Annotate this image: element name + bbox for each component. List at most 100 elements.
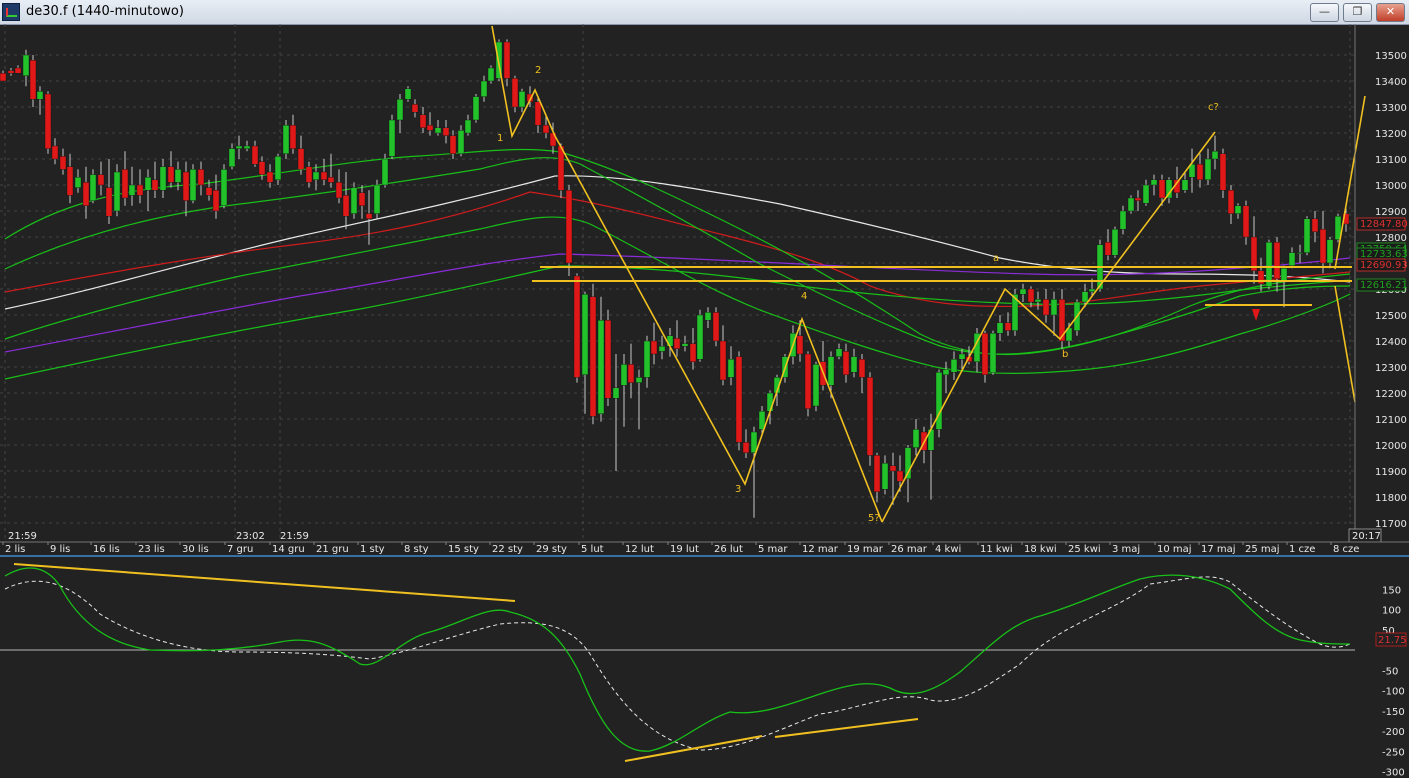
candle-bear bbox=[858, 359, 866, 378]
time-axis-label: 18 kwi bbox=[1024, 544, 1057, 555]
candle-bear bbox=[320, 171, 328, 181]
wave-label-a: a bbox=[993, 253, 999, 264]
candle-bear bbox=[1219, 153, 1227, 191]
time-axis-label: 9 lis bbox=[50, 544, 70, 555]
candle-bull bbox=[373, 184, 381, 214]
oscillator-signal-line bbox=[4, 576, 1351, 751]
time-axis-label: 4 kwi bbox=[935, 544, 961, 555]
candle-bull bbox=[850, 356, 858, 373]
candle-bear bbox=[258, 161, 266, 175]
candle-bull bbox=[958, 353, 966, 360]
candle-bear bbox=[742, 442, 750, 453]
time-axis-label: 19 mar bbox=[847, 544, 884, 555]
time-axis-label: 8 sty bbox=[404, 544, 429, 555]
candle-bear bbox=[44, 93, 52, 149]
candle-bull bbox=[480, 80, 488, 97]
candle-bull bbox=[1034, 299, 1042, 303]
candle-bear bbox=[604, 320, 612, 399]
candle-bear bbox=[251, 145, 259, 165]
candle-bear bbox=[1273, 241, 1281, 279]
wave-label-2: 2 bbox=[535, 65, 541, 76]
candle-bear bbox=[105, 187, 113, 217]
price-tick-label: 11800 bbox=[1375, 493, 1407, 504]
time-axis-label: 17 maj bbox=[1201, 544, 1236, 555]
candle-bull bbox=[350, 187, 358, 214]
price-tick-label: 12900 bbox=[1375, 207, 1407, 218]
candle-bear bbox=[896, 470, 904, 482]
time-axis-label: 26 lut bbox=[714, 544, 743, 555]
candle-bull bbox=[881, 463, 889, 490]
price-tag-label: 12847.80 bbox=[1360, 219, 1408, 230]
candle-bull bbox=[518, 91, 526, 108]
candle-bear bbox=[365, 213, 373, 220]
candle-bear bbox=[981, 333, 989, 376]
price-tick-label: 12300 bbox=[1375, 363, 1407, 374]
divergence-line-3 bbox=[774, 718, 919, 738]
candle-bull bbox=[727, 359, 735, 378]
candle-bull bbox=[1211, 150, 1219, 160]
time-axis-label: 23 lis bbox=[138, 544, 165, 555]
chart-area[interactable]: 1 2 3 4 5? a b c? 13500 13400 13300 13200 13… bbox=[0, 24, 1409, 778]
candle-bull bbox=[1303, 218, 1311, 253]
candle-bear bbox=[1104, 241, 1112, 256]
time-axis-label: 11 kwi bbox=[980, 544, 1013, 555]
price-tags: 12847.8012750.6412733.6312690.9312616.21 bbox=[1356, 217, 1408, 292]
candle-bull bbox=[1326, 239, 1334, 264]
candle-bear bbox=[735, 356, 743, 443]
window-title: de30.f (1440-minutowo) bbox=[26, 4, 184, 19]
candle-bear bbox=[29, 60, 37, 100]
restore-button[interactable]: ❐ bbox=[1343, 3, 1372, 22]
divergence-line-2 bbox=[624, 735, 763, 762]
time-axis-label: 16 lis bbox=[93, 544, 120, 555]
close-button[interactable]: ✕ bbox=[1376, 3, 1405, 22]
candle-bull bbox=[696, 314, 704, 360]
title-bar[interactable]: de30.f (1440-minutowo) — ❐ ✕ bbox=[0, 0, 1409, 25]
candle-bear bbox=[151, 179, 159, 191]
candle-bear bbox=[689, 343, 697, 363]
candle-bull bbox=[996, 322, 1004, 334]
grid bbox=[0, 24, 1355, 542]
oscillator-value-tag: 21.75 bbox=[1378, 635, 1407, 646]
candle-bull bbox=[1050, 299, 1058, 316]
time-axis-label: 21 gru bbox=[316, 544, 349, 555]
candle-bull bbox=[1181, 179, 1189, 191]
candle-bear bbox=[1134, 197, 1142, 201]
price-tick-label: 12100 bbox=[1375, 415, 1407, 426]
candle-bear bbox=[167, 166, 175, 183]
candle-bull bbox=[243, 145, 251, 149]
candle-bull bbox=[658, 346, 666, 352]
chart-app-icon[interactable] bbox=[2, 3, 20, 21]
price-tick-label: 13000 bbox=[1375, 181, 1407, 192]
candle-bull bbox=[1234, 205, 1242, 214]
candle-bear bbox=[889, 465, 897, 472]
candle-bull bbox=[1280, 267, 1288, 282]
oscillator-axis[interactable]: 15010050-50-100-150-200-250-300 bbox=[1382, 585, 1405, 778]
candle-bull bbox=[472, 96, 480, 121]
candle-bear bbox=[511, 78, 519, 108]
time-axis[interactable]: 2 lis 9 lis 16 lis 23 lis 30 lis 7 gru 14 gru 2… bbox=[2, 542, 1359, 555]
time-axis-label: 5 mar bbox=[758, 544, 788, 555]
candle-bear bbox=[842, 351, 850, 375]
candle-bear bbox=[796, 335, 804, 355]
candle-bear bbox=[1319, 228, 1327, 264]
price-tick-label: 13100 bbox=[1375, 155, 1407, 166]
candle-bear bbox=[14, 67, 22, 74]
minimize-button[interactable]: — bbox=[1310, 3, 1339, 22]
price-tick-label: 13400 bbox=[1375, 77, 1407, 88]
candle-bull bbox=[912, 429, 920, 448]
price-tick-label: 12400 bbox=[1375, 337, 1407, 348]
candle-bear bbox=[1242, 205, 1250, 238]
candle-bull bbox=[581, 294, 589, 376]
candle-bear bbox=[266, 171, 274, 183]
candle-bear bbox=[358, 192, 366, 207]
time-axis-label: 2 lis bbox=[5, 544, 25, 555]
candle-bear bbox=[411, 104, 419, 113]
time-axis-label: 30 lis bbox=[182, 544, 209, 555]
time-axis-label: 19 lut bbox=[670, 544, 699, 555]
price-tick-label: 12800 bbox=[1375, 233, 1407, 244]
wave-label-c: c? bbox=[1208, 102, 1219, 113]
candle-bear bbox=[712, 312, 720, 342]
oscillator-tick-label: -250 bbox=[1382, 747, 1405, 758]
price-tick-label: 13500 bbox=[1375, 51, 1407, 62]
candle-bear bbox=[305, 166, 313, 183]
